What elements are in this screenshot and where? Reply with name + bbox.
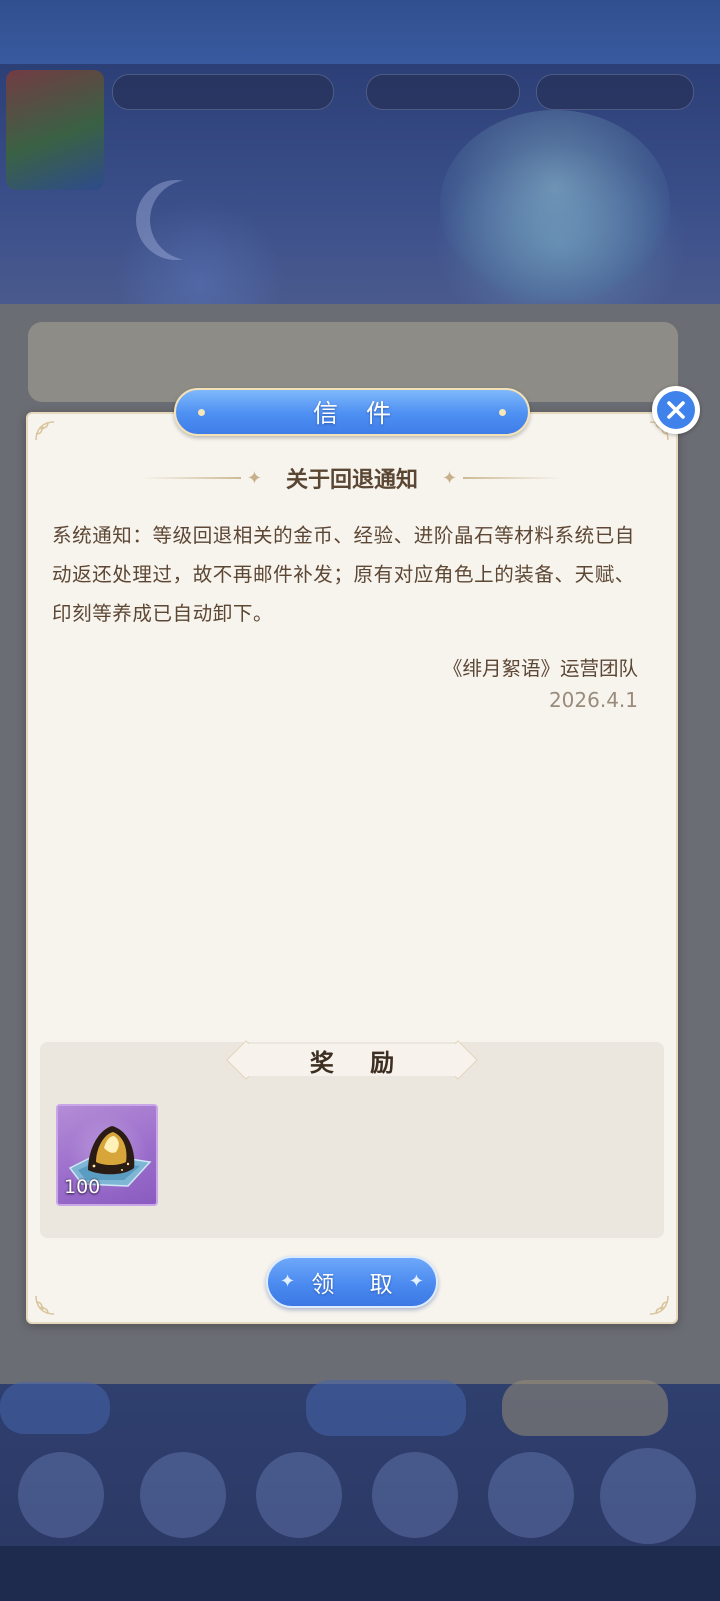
mail-signature: 《绯月絮语》运营团队 [442,657,638,680]
dot-ornament-icon [198,409,205,416]
close-button[interactable] [652,386,700,434]
bottom-nav-strip [0,1546,720,1601]
moon-decoration [150,180,230,260]
modal-title-plate: 信 件 [174,388,530,436]
reward-title: 奖 励 [309,1048,409,1077]
mail-subject: 关于回退通知 [285,468,418,493]
back-button [0,1382,110,1434]
dot-ornament-icon [499,409,506,416]
top-status-bar [0,0,720,64]
character-illustration [440,110,670,300]
corner-ornament-icon [34,1294,56,1316]
nav-item [372,1452,458,1538]
reward-item-slot[interactable]: 100 [56,1104,158,1206]
divider [140,477,241,479]
sparkle-ornament-icon: ✦ [246,467,262,489]
divider [463,477,564,479]
mail-date: 2026.4.1 [548,688,638,712]
sparkle-icon: ✦ [280,1271,296,1292]
sparkle-icon: ✦ [408,1271,424,1292]
mail-subject-row: ✦ 关于回退通知 ✦ [26,456,678,500]
claim-all-button [502,1380,668,1436]
corner-ornament-icon [34,420,56,442]
gem-currency-pill [536,74,694,110]
claim-button-label: 领 取 [311,1272,407,1298]
sparkle-ornament-icon: ✦ [442,467,458,489]
nav-item [600,1448,696,1544]
modal-title: 信 件 [313,399,401,428]
nav-item [488,1452,574,1538]
item-quantity: 100 [64,1176,101,1198]
mail-body: 系统通知：等级回退相关的金币、经验、进阶晶石等材料系统已自动返还处理过，故不再邮… [52,524,635,625]
nav-item [140,1452,226,1538]
nav-item [256,1452,342,1538]
gold-currency-pill [366,74,520,110]
player-level-bar [112,74,334,110]
delete-read-button [306,1380,466,1436]
corner-ornament-icon [648,1294,670,1316]
reward-header: 奖 励 [222,1040,482,1080]
player-avatar [6,70,104,190]
nav-item [18,1452,104,1538]
close-icon [657,391,695,429]
claim-button[interactable]: ✦ 领 取 ✦ [266,1256,438,1308]
